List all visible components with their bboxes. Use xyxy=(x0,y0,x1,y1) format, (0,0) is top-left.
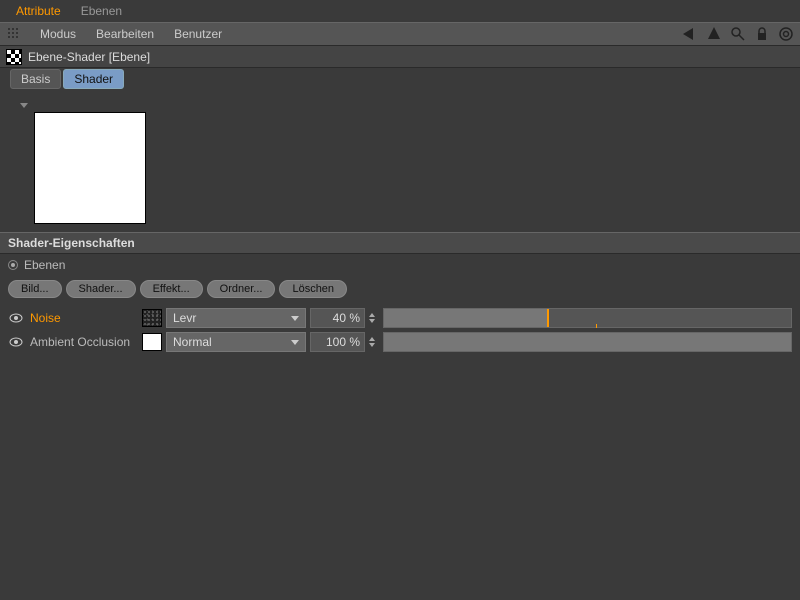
grid-icon[interactable] xyxy=(6,26,22,42)
opacity-slider[interactable] xyxy=(383,332,792,352)
opacity-slider[interactable] xyxy=(383,308,792,328)
menu-bearbeiten[interactable]: Bearbeiten xyxy=(86,27,164,41)
shader-button[interactable]: Shader... xyxy=(66,280,136,298)
preview-area xyxy=(0,90,800,232)
loeschen-button[interactable]: Löschen xyxy=(279,280,347,298)
top-tabs: Attribute Ebenen xyxy=(0,0,800,22)
subtab-basis[interactable]: Basis xyxy=(10,69,61,89)
lock-icon[interactable] xyxy=(754,26,770,42)
button-row: Bild... Shader... Effekt... Ordner... Lö… xyxy=(0,276,800,302)
layer-name[interactable]: Noise xyxy=(28,311,138,325)
menu-bar: Modus Bearbeiten Benutzer xyxy=(0,22,800,46)
subtab-shader[interactable]: Shader xyxy=(63,69,124,89)
layer-name[interactable]: Ambient Occlusion xyxy=(28,335,138,349)
menu-modus[interactable]: Modus xyxy=(30,27,86,41)
layer-swatch[interactable] xyxy=(142,309,162,327)
tab-attribute[interactable]: Attribute xyxy=(6,1,71,21)
effekt-button[interactable]: Effekt... xyxy=(140,280,203,298)
tab-ebenen[interactable]: Ebenen xyxy=(71,1,132,21)
blend-mode-dropdown[interactable]: Normal xyxy=(166,332,306,352)
ordner-button[interactable]: Ordner... xyxy=(207,280,276,298)
opacity-value[interactable]: 100 % xyxy=(310,332,365,352)
section-header: Shader-Eigenschaften xyxy=(0,232,800,254)
layer-swatch[interactable] xyxy=(142,333,162,351)
ebenen-label: Ebenen xyxy=(24,258,65,272)
opacity-spinner[interactable] xyxy=(369,332,379,352)
expand-arrow-icon[interactable] xyxy=(20,103,28,108)
visibility-icon[interactable] xyxy=(8,335,24,349)
layer-row: Noise Levr40 % xyxy=(8,306,792,330)
shader-icon xyxy=(6,49,22,65)
blend-mode-dropdown[interactable]: Levr xyxy=(166,308,306,328)
opacity-value[interactable]: 40 % xyxy=(310,308,365,328)
ebenen-row: Ebenen xyxy=(0,254,800,276)
visibility-icon[interactable] xyxy=(8,311,24,325)
layers-list: Noise Levr40 % Ambient Occlusion Normal100 … xyxy=(0,302,800,358)
layer-row: Ambient Occlusion Normal100 % xyxy=(8,330,792,354)
bild-button[interactable]: Bild... xyxy=(8,280,62,298)
target-icon[interactable] xyxy=(778,26,794,42)
nav-up-icon[interactable] xyxy=(706,26,722,42)
menu-benutzer[interactable]: Benutzer xyxy=(164,27,232,41)
object-title: Ebene-Shader [Ebene] xyxy=(28,50,150,64)
nav-back-icon[interactable] xyxy=(682,26,698,42)
search-icon[interactable] xyxy=(730,26,746,42)
preview-swatch[interactable] xyxy=(34,112,146,224)
sub-tabs: Basis Shader xyxy=(0,68,800,90)
chevron-down-icon xyxy=(291,316,299,321)
opacity-spinner[interactable] xyxy=(369,308,379,328)
object-header: Ebene-Shader [Ebene] xyxy=(0,46,800,68)
chevron-down-icon xyxy=(291,340,299,345)
radio-ebenen[interactable] xyxy=(8,260,18,270)
